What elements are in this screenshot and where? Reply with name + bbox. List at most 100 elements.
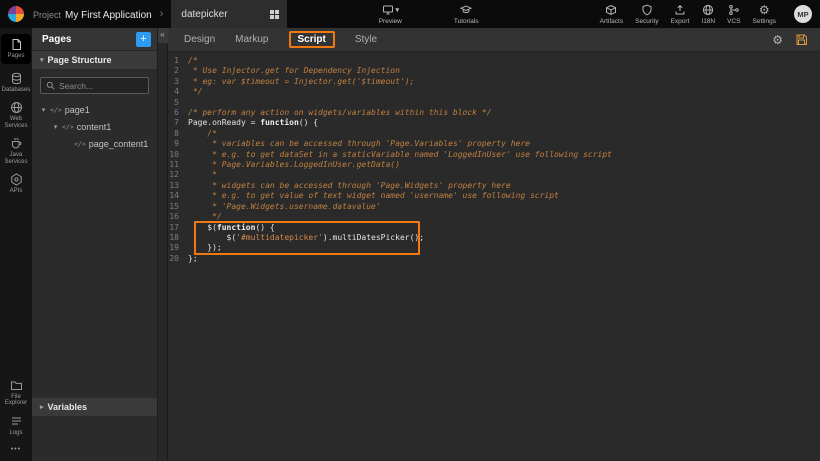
tree-item-label: page_content1 (89, 139, 149, 149)
variables-title: Variables (48, 402, 88, 412)
preview-button[interactable]: ▾ Preview (379, 4, 402, 25)
tab-design[interactable]: Design (184, 34, 215, 45)
line-number: 4 (168, 87, 188, 97)
project-label: Project (33, 10, 61, 20)
code-line[interactable]: 2 * Use Injector.get for Dependency Inje… (168, 66, 820, 76)
export-label: Export (671, 18, 690, 25)
code-line[interactable]: 16 */ (168, 212, 820, 222)
search-input[interactable] (59, 81, 143, 91)
page-structure-tree: ▾ </> page1 ▾ </> content1 </> page_cont… (32, 99, 157, 398)
i18n-button[interactable]: I18N (701, 4, 715, 25)
code-lines: 1/*2 * Use Injector.get for Dependency I… (168, 56, 820, 264)
code-line[interactable]: 18 $('#multidatepicker').multiDatesPicke… (168, 233, 820, 243)
line-number: 13 (168, 181, 188, 191)
code-line[interactable]: 13 * widgets can be accessed through 'Pa… (168, 181, 820, 191)
chevron-down-icon: ▾ (396, 6, 400, 14)
vcs-button[interactable]: VCS (727, 4, 740, 25)
sidebar-item-logs[interactable]: Logs (1, 415, 31, 437)
editor-tabbar: Design Markup Script Style ⚙ (168, 28, 820, 52)
tutorials-label: Tutorials (454, 18, 479, 25)
tab-style[interactable]: Style (355, 34, 377, 45)
line-number: 20 (168, 254, 188, 264)
script-code-editor[interactable]: 1/*2 * Use Injector.get for Dependency I… (168, 52, 820, 461)
line-number: 5 (168, 98, 188, 108)
chevron-down-icon: ▾ (40, 56, 44, 64)
left-rail: Pages Databases Web Services Java Servic… (0, 28, 32, 461)
variables-header[interactable]: ▸ Variables (32, 398, 157, 417)
sidebar-item-databases[interactable]: Databases (1, 72, 31, 94)
code-line[interactable]: 1/* (168, 56, 820, 66)
structure-search (40, 77, 149, 94)
settings-button[interactable]: ⚙ Settings (753, 4, 777, 25)
rail-label: APIs (10, 188, 23, 195)
code-line[interactable]: 17 $(function() { (168, 223, 820, 233)
page-tab-label: datepicker (181, 9, 227, 20)
security-button[interactable]: Security (635, 4, 658, 25)
chevron-down-icon[interactable]: ▾ (52, 123, 59, 131)
code-line[interactable]: 12 * (168, 170, 820, 180)
page-tab-datepicker[interactable]: datepicker (171, 0, 287, 28)
code-line[interactable]: 4 */ (168, 87, 820, 97)
database-icon (10, 72, 23, 85)
sidebar-item-file-explorer[interactable]: File Explorer (1, 379, 31, 407)
globe-icon (702, 4, 714, 16)
tree-item-page1[interactable]: ▾ </> page1 (32, 101, 157, 118)
grid-icon[interactable] (270, 10, 279, 19)
code-line[interactable]: 6/* perform any action on widgets/variab… (168, 108, 820, 118)
pages-icon (10, 38, 23, 51)
code-line[interactable]: 8 /* (168, 129, 820, 139)
topbar: ProjectMy First Application › datepicker… (0, 0, 820, 28)
code-line[interactable]: 3 * eg: var $timeout = Injector.get('$ti… (168, 77, 820, 87)
security-label: Security (635, 18, 658, 25)
more-options-icon[interactable]: ••• (11, 444, 21, 457)
save-icon[interactable] (795, 33, 808, 46)
code-line[interactable]: 14 * e.g. to get value of text widget na… (168, 191, 820, 201)
collapse-panel-button[interactable]: « (158, 28, 168, 43)
rail-label: Pages (7, 53, 24, 60)
line-number: 8 (168, 129, 188, 139)
folder-icon (10, 379, 23, 392)
tab-markup[interactable]: Markup (235, 34, 268, 45)
widget-code-icon: </> (62, 123, 74, 131)
sidebar-item-pages[interactable]: Pages (1, 34, 31, 64)
code-line[interactable]: 15 * 'Page.Widgets.username.datavalue' (168, 202, 820, 212)
code-line[interactable]: 10 * e.g. to get dataSet in a staticVari… (168, 150, 820, 160)
pages-panel-title: Pages (42, 34, 71, 45)
export-button[interactable]: Export (671, 4, 690, 25)
preview-label: Preview (379, 18, 402, 25)
tree-item-page-content1[interactable]: </> page_content1 (32, 135, 157, 152)
sidebar-item-web-services[interactable]: Web Services (1, 101, 31, 129)
tutorials-button[interactable]: Tutorials (454, 4, 479, 25)
branch-icon (728, 4, 740, 16)
code-line[interactable]: 20}; (168, 254, 820, 264)
tree-item-content1[interactable]: ▾ </> content1 (32, 118, 157, 135)
code-line[interactable]: 9 * variables can be accessed through 'P… (168, 139, 820, 149)
rail-label: Logs (9, 430, 22, 437)
line-number: 3 (168, 77, 188, 87)
artifacts-button[interactable]: Artifacts (600, 4, 623, 25)
avatar[interactable]: MP (794, 5, 812, 23)
add-page-button[interactable]: + (136, 32, 151, 47)
tab-script[interactable]: Script (289, 31, 335, 48)
tutorials-icon (460, 4, 472, 16)
page-structure-title: Page Structure (48, 55, 112, 65)
code-line[interactable]: 5 (168, 98, 820, 108)
wavemaker-logo[interactable] (8, 6, 24, 22)
tree-item-label: page1 (65, 105, 90, 115)
line-number: 2 (168, 66, 188, 76)
widget-code-icon: </> (50, 106, 62, 114)
tree-item-label: content1 (77, 122, 112, 132)
sidebar-item-java-services[interactable]: Java Services (1, 137, 31, 165)
code-line[interactable]: 7Page.onReady = function() { (168, 118, 820, 128)
rail-label: Web Services (1, 116, 31, 129)
editor-settings-gear-icon[interactable]: ⚙ (772, 34, 783, 46)
artifacts-label: Artifacts (600, 18, 623, 25)
sidebar-item-apis[interactable]: APIs (1, 173, 31, 195)
code-line[interactable]: 11 * Page.Variables.LoggedInUser.getData… (168, 160, 820, 170)
chevron-down-icon[interactable]: ▾ (40, 106, 47, 114)
chevron-right-icon: ▸ (40, 403, 44, 411)
export-icon (674, 4, 686, 16)
code-line[interactable]: 19 }); (168, 243, 820, 253)
page-structure-header[interactable]: ▾ Page Structure (32, 51, 157, 70)
artifacts-icon (605, 4, 617, 16)
